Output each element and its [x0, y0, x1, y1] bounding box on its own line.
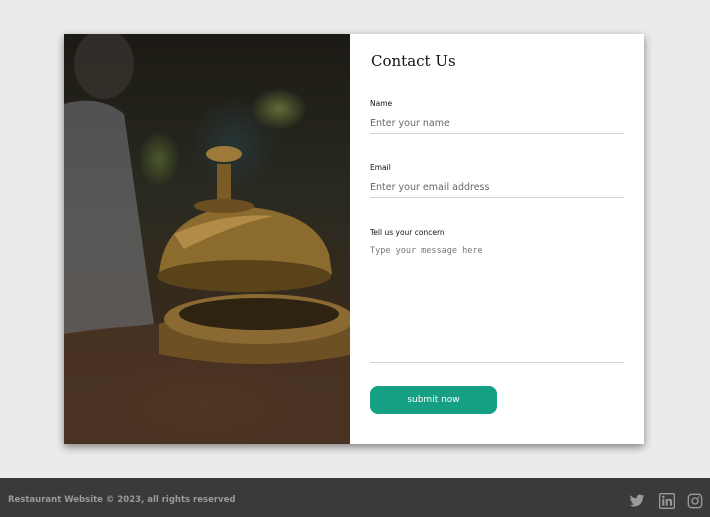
footer: Restaurant Website © 2023, all rights re… — [0, 478, 710, 517]
service-bell-illustration — [64, 34, 350, 444]
hotel-bell-photo — [64, 34, 350, 444]
name-label: Name — [370, 99, 393, 108]
message-textarea[interactable] — [370, 246, 624, 363]
twitter-icon[interactable] — [629, 493, 645, 509]
concern-label: Tell us your concern — [370, 228, 445, 237]
email-input[interactable] — [370, 178, 624, 198]
contact-form: Contact Us Name Email Tell us your conce… — [350, 34, 644, 444]
email-label: Email — [370, 163, 391, 172]
contact-card: Contact Us Name Email Tell us your conce… — [64, 34, 644, 444]
form-title: Contact Us — [371, 52, 456, 70]
submit-button[interactable]: submit now — [370, 386, 497, 414]
instagram-icon[interactable] — [687, 493, 703, 509]
copyright-text: Restaurant Website © 2023, all rights re… — [8, 495, 236, 505]
name-input[interactable] — [370, 114, 624, 134]
linkedin-icon[interactable] — [659, 493, 675, 509]
